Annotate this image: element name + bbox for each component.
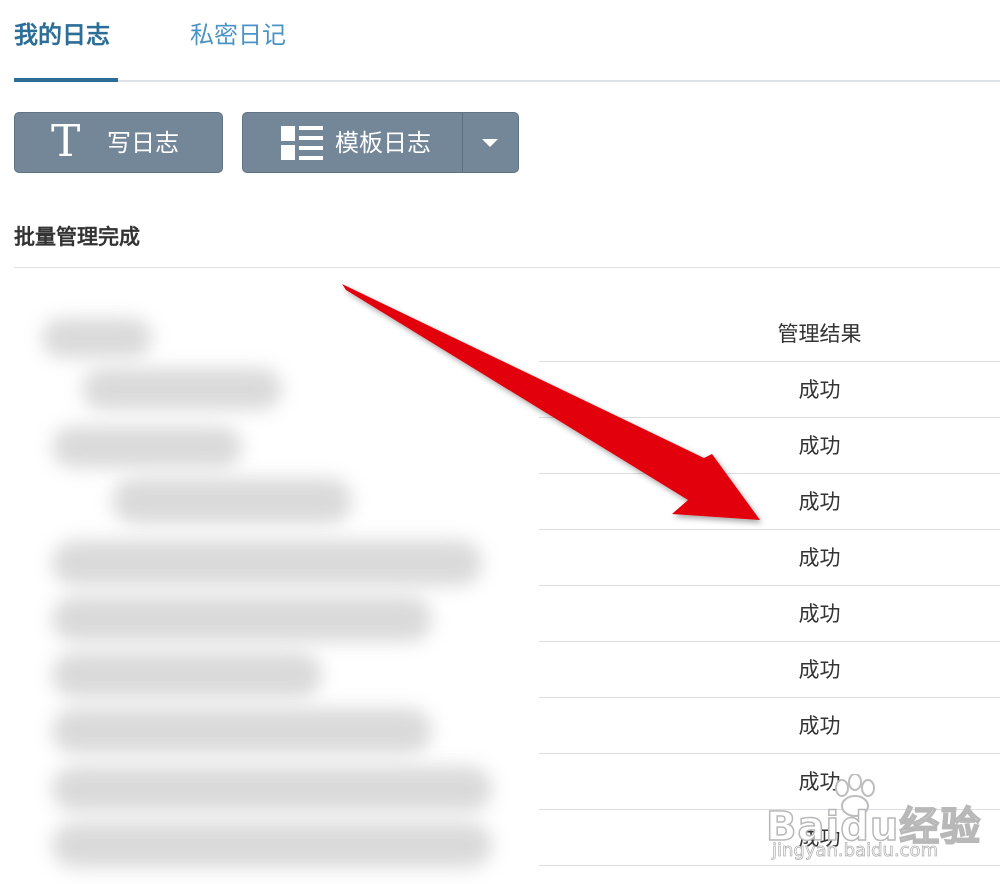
redacted-text <box>82 368 282 410</box>
redacted-text <box>52 652 322 698</box>
section-divider <box>14 267 1000 268</box>
batch-manage-status: 批量管理完成 <box>14 225 140 249</box>
list-template-icon <box>281 126 323 160</box>
redacted-text <box>52 766 492 812</box>
caret-down-icon <box>482 139 498 147</box>
results-table: 管理结果 成功 成功 成功 成功 成功 成功 成功 成功 成功 <box>539 306 1000 866</box>
redacted-text <box>52 540 482 586</box>
template-dropdown-toggle[interactable] <box>463 113 518 172</box>
table-row: 成功 <box>539 810 1000 866</box>
table-row: 成功 <box>539 418 1000 474</box>
table-row: 成功 <box>539 754 1000 810</box>
table-row: 成功 <box>539 698 1000 754</box>
active-tab-indicator <box>14 78 118 82</box>
write-journal-label: 写日志 <box>107 129 179 157</box>
text-t-icon: T <box>51 116 81 167</box>
redacted-text <box>52 708 432 754</box>
table-row: 成功 <box>539 642 1000 698</box>
results-header: 管理结果 <box>539 306 1000 362</box>
table-row: 成功 <box>539 530 1000 586</box>
template-journal-button[interactable]: 模板日志 <box>242 112 519 173</box>
redacted-text <box>42 318 152 358</box>
table-row: 成功 <box>539 474 1000 530</box>
redacted-text <box>112 478 352 524</box>
tab-bar: 我的日志 私密日记 <box>14 0 1000 82</box>
template-journal-label: 模板日志 <box>335 129 431 157</box>
tab-private-diary[interactable]: 私密日记 <box>190 18 286 52</box>
table-row: 成功 <box>539 586 1000 642</box>
tab-divider <box>118 80 1000 82</box>
redacted-item-list <box>42 318 522 884</box>
table-row: 成功 <box>539 362 1000 418</box>
redacted-text <box>52 426 242 468</box>
redacted-text <box>52 822 492 868</box>
write-journal-button[interactable]: T 写日志 <box>14 112 223 173</box>
tab-my-journal[interactable]: 我的日志 <box>14 18 110 52</box>
redacted-text <box>52 596 432 642</box>
